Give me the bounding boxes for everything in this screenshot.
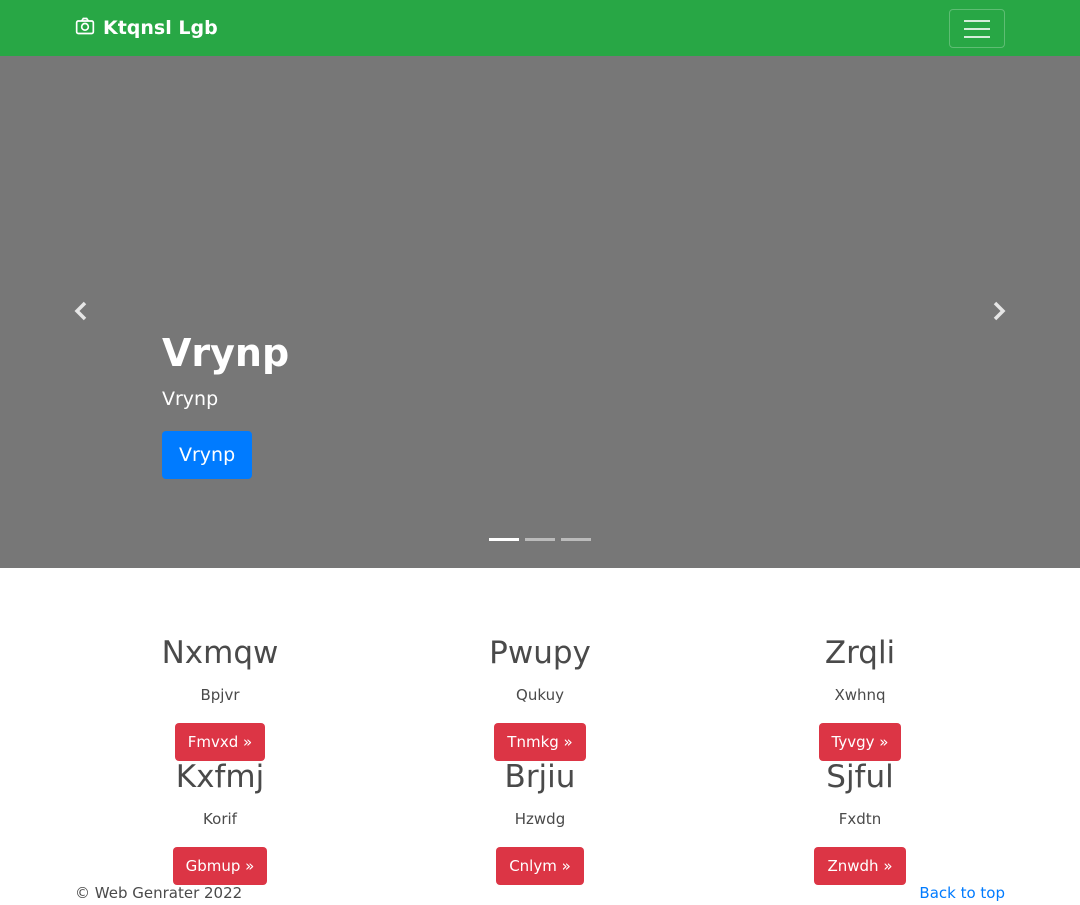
chevron-left-icon [74, 301, 87, 321]
feature-button[interactable]: Znwdh » [814, 847, 906, 885]
navbar-toggler-button[interactable] [949, 9, 1005, 48]
feature-column: Zrqli Xwhnq Tyvgy » [680, 633, 1040, 761]
feature-button[interactable]: Tyvgy » [818, 723, 902, 761]
chevron-right-icon [993, 301, 1006, 321]
brand-name: Ktqnsl Lgb [103, 17, 218, 39]
feature-column: Brjiu Hzwdg Cnlym » [360, 757, 720, 885]
brand-link[interactable]: Ktqnsl Lgb [75, 0, 218, 56]
feature-column: Sjful Fxdtn Znwdh » [680, 757, 1040, 885]
feature-title: Zrqli [824, 635, 896, 671]
carousel-title: Vrynp [162, 331, 290, 375]
carousel-next-button[interactable] [984, 296, 1014, 326]
carousel-cta-button[interactable]: Vrynp [162, 431, 253, 479]
feature-text: Hzwdg [514, 810, 566, 828]
feature-text: Korif [203, 810, 237, 828]
feature-title: Kxfmj [175, 759, 265, 795]
feature-column: Nxmqw Bpjvr Fmvxd » [40, 633, 400, 761]
feature-button[interactable]: Fmvxd » [174, 723, 266, 761]
carousel-prev-button[interactable] [66, 296, 96, 326]
feature-title: Pwupy [489, 635, 591, 671]
feature-text: Fxdtn [838, 810, 882, 828]
feature-text: Bpjvr [200, 686, 240, 704]
feature-text: Qukuy [516, 686, 564, 704]
hamburger-bar [964, 27, 990, 30]
hamburger-bar [964, 35, 990, 38]
feature-column: Pwupy Qukuy Tnmkg » [360, 633, 720, 761]
camera-icon [75, 16, 95, 41]
feature-button[interactable]: Cnlym » [496, 847, 584, 885]
footer-copyright: © Web Genrater 2022 [75, 884, 243, 902]
carousel-caption: Vrynp Vrynp Vrynp [162, 329, 289, 479]
carousel-indicator-2[interactable] [525, 538, 555, 541]
carousel-indicator-3[interactable] [561, 538, 591, 541]
navbar: Ktqnsl Lgb [0, 0, 1080, 56]
hamburger-menu-icon [964, 19, 990, 22]
back-to-top-link[interactable]: Back to top [919, 884, 1005, 902]
hero-carousel: Vrynp Vrynp Vrynp [0, 56, 1080, 568]
carousel-indicator-1[interactable] [489, 538, 519, 541]
feature-column: Kxfmj Korif Gbmup » [40, 757, 400, 885]
carousel-indicators [489, 538, 591, 541]
feature-text: Xwhnq [834, 686, 886, 704]
feature-title: Nxmqw [161, 635, 279, 671]
feature-title: Sjful [826, 759, 894, 795]
feature-button[interactable]: Gbmup » [172, 847, 268, 885]
carousel-subtitle: Vrynp [162, 388, 219, 410]
feature-title: Brjiu [504, 759, 576, 795]
feature-button[interactable]: Tnmkg » [494, 723, 586, 761]
